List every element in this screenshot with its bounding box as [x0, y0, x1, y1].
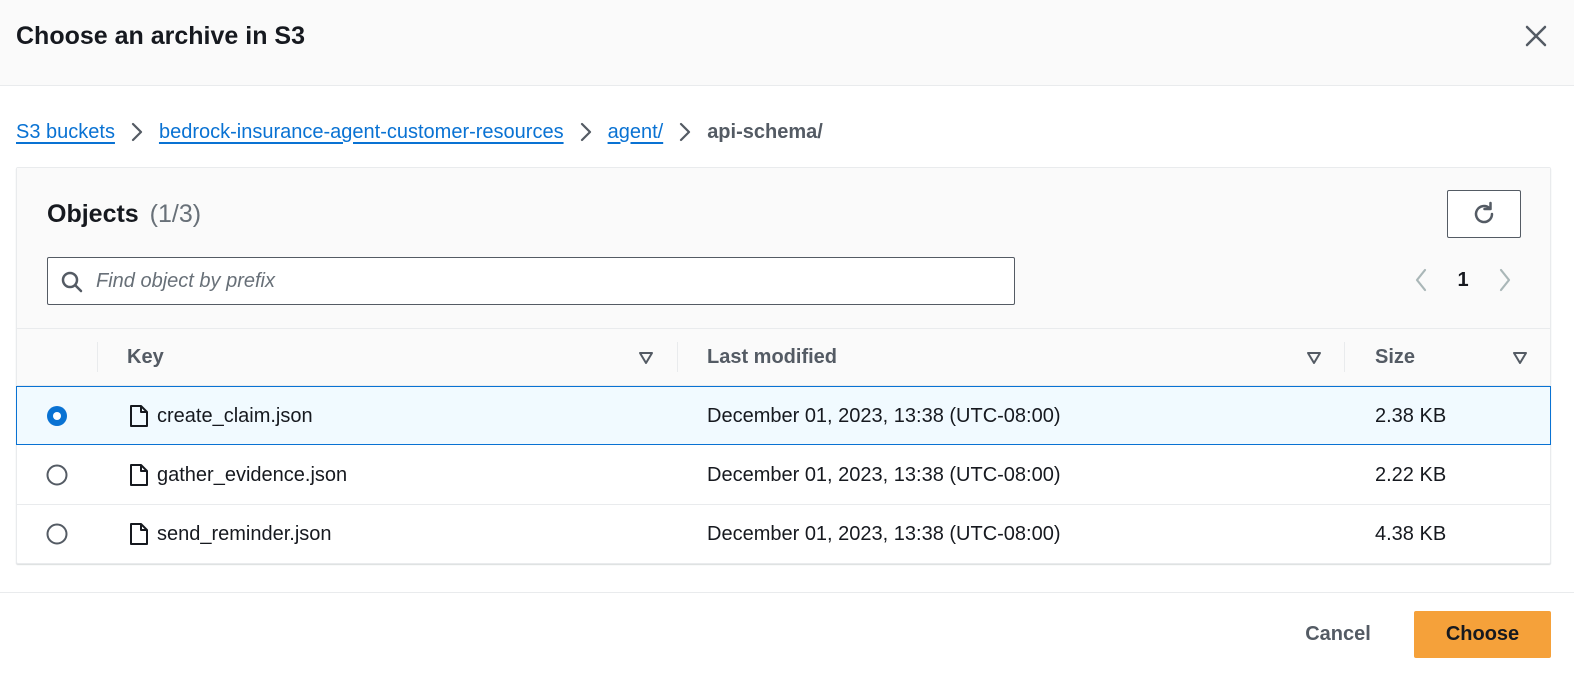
radio-button[interactable] — [46, 523, 68, 545]
objects-heading: Objects (1/3) — [47, 198, 201, 230]
next-page-button[interactable] — [1491, 264, 1519, 296]
last-modified-cell: December 01, 2023, 13:38 (UTC-08:00) — [707, 404, 1061, 427]
column-header-last-modified[interactable]: Last modified — [707, 329, 837, 386]
size-cell: 4.38 KB — [1375, 522, 1447, 545]
modal-title: Choose an archive in S3 — [16, 22, 305, 50]
size-cell: 2.22 KB — [1375, 463, 1447, 486]
current-page[interactable]: 1 — [1435, 269, 1491, 292]
close-button[interactable] — [1518, 18, 1554, 54]
column-divider — [677, 342, 678, 372]
radio-button[interactable] — [46, 464, 68, 486]
table-row[interactable]: send_reminder.json December 01, 2023, 13… — [17, 505, 1550, 564]
column-header-size[interactable]: Size — [1375, 329, 1415, 386]
footer-divider — [0, 592, 1574, 593]
size-cell: 2.38 KB — [1375, 404, 1447, 427]
objects-header: Objects (1/3) 1 — [17, 168, 1550, 329]
column-divider — [97, 342, 98, 372]
close-icon — [1525, 25, 1547, 47]
choose-button[interactable]: Choose — [1414, 611, 1551, 658]
chevron-left-icon — [1415, 268, 1427, 292]
table-row[interactable]: create_claim.json December 01, 2023, 13:… — [16, 386, 1551, 445]
table-row[interactable]: gather_evidence.json December 01, 2023, … — [17, 446, 1550, 505]
key-cell: create_claim.json — [129, 387, 313, 445]
sort-icon[interactable] — [1305, 349, 1323, 367]
breadcrumb-current: api-schema/ — [707, 120, 823, 143]
search-input[interactable] — [96, 258, 1006, 304]
key-cell: send_reminder.json — [129, 505, 332, 563]
column-divider — [1344, 342, 1345, 372]
column-header-key[interactable]: Key — [127, 329, 164, 386]
pagination: 1 — [1407, 264, 1527, 296]
breadcrumb-agent-folder[interactable]: agent/ — [608, 121, 664, 144]
file-name: create_claim.json — [157, 404, 313, 427]
last-modified-cell: December 01, 2023, 13:38 (UTC-08:00) — [707, 463, 1061, 486]
file-icon — [130, 523, 148, 545]
chevron-right-icon — [679, 122, 691, 142]
objects-title: Objects — [47, 200, 139, 228]
table-header: Key Last modified Size — [17, 329, 1550, 386]
sort-icon[interactable] — [1511, 349, 1529, 367]
file-name: gather_evidence.json — [157, 463, 348, 486]
radio-button-selected[interactable] — [46, 405, 68, 427]
modal-header: Choose an archive in S3 — [0, 0, 1574, 86]
key-cell: gather_evidence.json — [129, 446, 347, 504]
chevron-right-icon — [1499, 268, 1511, 292]
file-name: send_reminder.json — [157, 522, 332, 545]
file-icon — [130, 464, 148, 486]
sort-icon[interactable] — [637, 349, 655, 367]
search-field — [47, 257, 1015, 305]
breadcrumb: S3 buckets bedrock-insurance-agent-custo… — [16, 116, 823, 148]
objects-container: Objects (1/3) 1 — [16, 167, 1551, 564]
refresh-button[interactable] — [1447, 190, 1521, 238]
objects-count: (1/3) — [149, 200, 202, 228]
last-modified-cell: December 01, 2023, 13:38 (UTC-08:00) — [707, 522, 1061, 545]
file-icon — [130, 405, 148, 427]
previous-page-button[interactable] — [1407, 264, 1435, 296]
chevron-right-icon — [131, 122, 143, 142]
chevron-right-icon — [580, 122, 592, 142]
breadcrumb-bucket[interactable]: bedrock-insurance-agent-customer-resourc… — [159, 121, 564, 144]
search-icon — [61, 271, 83, 293]
refresh-icon — [1474, 201, 1494, 224]
cancel-button[interactable]: Cancel — [1288, 611, 1388, 658]
breadcrumb-s3-buckets[interactable]: S3 buckets — [16, 121, 115, 144]
